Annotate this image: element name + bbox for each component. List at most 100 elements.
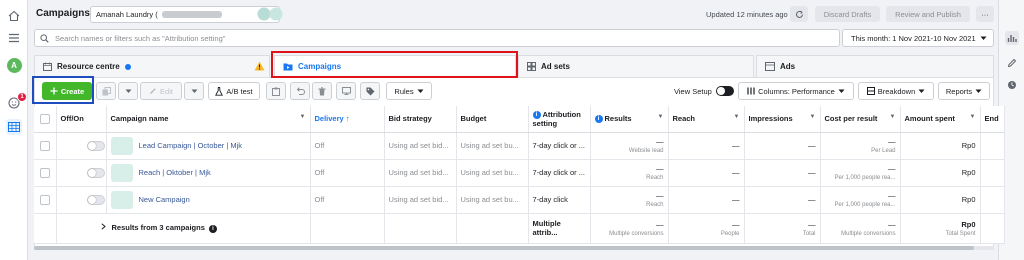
info-icon[interactable]: i (532, 110, 541, 119)
summary-bid-cell (384, 213, 457, 244)
view-setup-toggle[interactable]: View Setup (674, 82, 734, 100)
campaign-name-cell[interactable]: Reach | Oktober | Mjk (106, 159, 311, 187)
view-setup-label: View Setup (674, 86, 712, 96)
account-avatar[interactable]: A (6, 57, 22, 73)
table-row[interactable]: Reach | Oktober | Mjk Off Using ad set b… (34, 159, 1005, 187)
info-icon[interactable]: i (594, 115, 603, 124)
edit-label: Edit (160, 86, 173, 96)
results-subtext: Reach (646, 202, 664, 208)
col-header-budget[interactable]: Budget (456, 106, 529, 133)
edit-button[interactable]: Edit (140, 82, 182, 100)
impressions-cell: — (744, 159, 821, 187)
summary-reach-cell: — People (668, 213, 745, 244)
preview-button[interactable] (336, 82, 356, 100)
summary-results-value: — (656, 219, 664, 229)
col-header-amount-spent[interactable]: Amount spent ▼ (900, 106, 981, 133)
table-row[interactable]: Lead Campaign | October | Mjk Off Using … (34, 132, 1005, 160)
date-range-picker[interactable]: This month: 1 Nov 2021-10 Nov 2021 (842, 29, 994, 47)
row-toggle-cell[interactable] (56, 186, 107, 214)
chevron-right-icon[interactable] (100, 223, 106, 232)
row-select-cell[interactable] (34, 132, 57, 160)
bid-strategy-cell: Using ad set bid... (384, 132, 457, 160)
campaign-name-cell[interactable]: New Campaign (106, 186, 311, 214)
tag-button[interactable] (360, 82, 380, 100)
duplicate-dropdown[interactable] (118, 82, 138, 100)
campaign-name-link[interactable]: Reach | Oktober | Mjk (139, 167, 211, 176)
col-header-off-on[interactable]: Off/On (56, 106, 107, 133)
search-bar[interactable] (34, 29, 840, 47)
refresh-button[interactable] (790, 6, 808, 22)
warning-icon[interactable] (254, 61, 265, 71)
delete-button[interactable] (312, 82, 332, 100)
row-select-cell[interactable] (34, 186, 57, 214)
table-row[interactable]: New Campaign Off Using ad set bid... Usi… (34, 186, 1005, 214)
horizontal-scrollbar[interactable] (34, 246, 994, 250)
undo-button[interactable] (290, 82, 310, 100)
edit-dropdown[interactable] (184, 82, 204, 100)
preview-icon (341, 87, 351, 95)
chevron-down-icon: ▼ (889, 114, 896, 121)
cost-cell: — Per 1,000 people rea... (820, 159, 901, 187)
summary-label: Results from 3 campaigns (111, 223, 205, 233)
col-header-label: Campaign name (110, 114, 169, 124)
summary-row: Results from 3 campaigns i Multiple attr… (34, 213, 1005, 244)
scrollbar-thumb[interactable] (34, 246, 974, 250)
campaign-on-off-toggle[interactable] (86, 194, 105, 205)
campaign-name-link[interactable]: New Campaign (139, 194, 190, 203)
account-selector[interactable]: Amanah Laundry ( (90, 6, 280, 23)
col-header-results[interactable]: i Results ▼ (590, 106, 669, 133)
tab-ads[interactable]: Ads (756, 55, 994, 77)
campaign-name-link[interactable]: Lead Campaign | October | Mjk (139, 140, 243, 149)
col-header-reach[interactable]: Reach ▼ (668, 106, 745, 133)
col-header-delivery[interactable]: Delivery ↑ (310, 106, 385, 133)
menu-icon[interactable] (6, 30, 22, 46)
col-header-attribution[interactable]: i Attribution setting (528, 106, 591, 133)
row-checkbox[interactable] (39, 167, 50, 178)
row-checkbox[interactable] (39, 194, 50, 205)
cost-value: — (888, 137, 896, 146)
campaign-name-cell[interactable]: Lead Campaign | October | Mjk (106, 132, 311, 160)
tab-ad-sets[interactable]: Ad sets (518, 55, 754, 77)
view-setup-switch[interactable] (715, 86, 734, 96)
duplicate-button[interactable] (96, 82, 116, 100)
charts-icon[interactable] (1005, 31, 1019, 45)
ends-cell (980, 159, 1005, 187)
col-header-ends[interactable]: End (980, 106, 1005, 133)
pencil-icon[interactable] (1005, 56, 1019, 70)
review-publish-button[interactable]: Review and Publish (886, 6, 970, 22)
clipboard-button[interactable] (266, 82, 286, 100)
campaign-on-off-toggle[interactable] (86, 167, 105, 178)
col-header-bid-strategy[interactable]: Bid strategy (384, 106, 457, 133)
tab-resource-centre[interactable]: Resource centre (34, 55, 270, 77)
campaign-on-off-toggle[interactable] (86, 140, 105, 151)
home-icon[interactable] (6, 8, 22, 24)
history-clock-icon[interactable] (1005, 78, 1019, 92)
col-header-cost-per-result[interactable]: Cost per result ▼ (820, 106, 901, 133)
breakdown-dropdown[interactable]: Breakdown (858, 82, 934, 100)
results-subtext: Reach (646, 175, 664, 181)
columns-dropdown[interactable]: Columns: Performance (738, 82, 854, 100)
results-cell: — Reach (590, 186, 669, 214)
summary-label-cell[interactable]: Results from 3 campaigns i (56, 213, 311, 244)
rules-dropdown[interactable]: Rules (386, 82, 432, 100)
attribution-cell: 7-day click or ... (528, 159, 591, 187)
row-select-cell[interactable] (34, 159, 57, 187)
select-all-cell[interactable] (34, 106, 57, 133)
select-all-checkbox[interactable] (39, 113, 50, 124)
info-icon[interactable]: i (208, 224, 217, 233)
chevron-down-icon: ▼ (657, 114, 664, 121)
search-input[interactable] (55, 33, 755, 43)
col-header-impressions[interactable]: Impressions ▼ (744, 106, 821, 133)
row-toggle-cell[interactable] (56, 159, 107, 187)
ab-test-button[interactable]: A/B test (208, 82, 260, 100)
date-range-label: This month: 1 Nov 2021-10 Nov 2021 (851, 33, 976, 43)
col-header-campaign-name[interactable]: Campaign name ▼ (106, 106, 311, 133)
budget-cell: Using ad set bu... (456, 186, 529, 214)
more-options-button[interactable]: ··· (976, 6, 994, 22)
chevron-down-icon (125, 89, 132, 94)
row-checkbox[interactable] (39, 140, 50, 151)
discard-drafts-button[interactable]: Discard Drafts (815, 6, 880, 22)
reports-dropdown[interactable]: Reports (938, 82, 990, 100)
ads-manager-table-icon[interactable] (6, 119, 22, 135)
row-toggle-cell[interactable] (56, 132, 107, 160)
